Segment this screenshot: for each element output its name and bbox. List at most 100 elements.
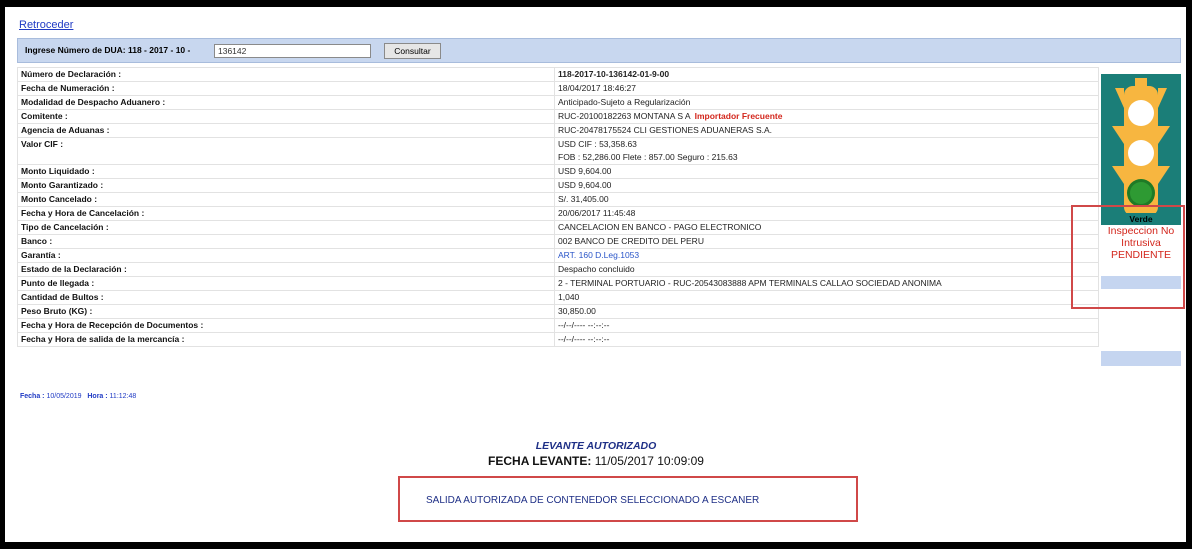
field-value-text: CANCELACION EN BANCO - PAGO ELECTRONICO: [558, 222, 762, 232]
declaration-field-label: Monto Liquidado :: [17, 164, 555, 179]
declaration-row: Monto Liquidado : USD 9,604.00: [17, 164, 1099, 179]
declaration-field-value: Anticipado-Sujeto a Regularización: [554, 95, 1099, 110]
declaration-field-value: 002 BANCO DE CREDITO DEL PERU: [554, 234, 1099, 249]
inspection-status-line: Intrusiva: [1121, 237, 1161, 249]
declaration-row: Monto Garantizado : USD 9,604.00: [17, 178, 1099, 193]
declaration-field-label: Banco :: [17, 234, 555, 249]
declaration-field-value: USD CIF : 53,358.63 FOB : 52,286.00 Flete…: [554, 137, 1099, 165]
declaration-field-value: ART. 160 D.Leg.1053: [554, 248, 1099, 263]
declaration-field-label: Agencia de Aduanas :: [17, 123, 555, 138]
declaration-field-value: 30,850.00: [554, 304, 1099, 319]
field-value-text: --/--/---- --:--:--: [558, 320, 610, 330]
declaration-row: Garantía : ART. 160 D.Leg.1053: [17, 248, 1099, 263]
declaration-field-label: Comitente :: [17, 109, 555, 124]
declaration-row: Tipo de Cancelación : CANCELACION EN BANC…: [17, 220, 1099, 235]
declaration-field-label: Cantidad de Bultos :: [17, 290, 555, 305]
semaphore-blank-cell: [1101, 351, 1181, 366]
consultar-button[interactable]: Consultar: [384, 43, 441, 59]
declaration-field-label: Estado de la Declaración :: [17, 262, 555, 277]
field-value-text: USD CIF : 53,358.63: [558, 139, 637, 149]
declaration-field-label: Número de Declaración :: [17, 67, 555, 82]
declaration-row: Monto Cancelado : S/. 31,405.00: [17, 192, 1099, 207]
declaration-field-label: Tipo de Cancelación :: [17, 220, 555, 235]
declaration-field-value: USD 9,604.00: [554, 178, 1099, 193]
traffic-light-icon: [1101, 74, 1181, 220]
field-value-text: 1,040: [558, 292, 580, 302]
field-value-text: 18/04/2017 18:46:27: [558, 83, 636, 93]
dua-search-bar: Ingrese Número de DUA: 118 - 2017 - 10 -…: [17, 38, 1181, 63]
declaration-row: Punto de llegada :2 - TERMINAL PORTUARIO…: [17, 276, 1099, 291]
declaration-field-value: RUC-20478175524 CLI GESTIONES ADUANERAS …: [554, 123, 1099, 138]
field-value-text: 2 - TERMINAL PORTUARIO - RUC-20543083888…: [558, 278, 942, 288]
declaration-table: Número de Declaración :118-2017-10-13614…: [17, 67, 1099, 347]
declaration-field-value: 18/04/2017 18:46:27: [554, 81, 1099, 96]
declaration-field-value: Despacho concluido: [554, 262, 1099, 277]
levante-date-label: FECHA LEVANTE:: [488, 454, 592, 468]
declaration-field-value: 20/06/2017 11:45:48: [554, 206, 1099, 221]
field-value-text: Anticipado-Sujeto a Regularización: [558, 97, 691, 107]
field-value-text: --/--/---- --:--:--: [558, 334, 610, 344]
query-datetime: Fecha : 10/05/2019 Hora : 11:12:48: [20, 393, 136, 400]
declaration-field-label: Valor CIF :: [17, 137, 555, 165]
fecha-label: Fecha :: [20, 393, 45, 400]
declaration-row: Banco :002 BANCO DE CREDITO DEL PERU: [17, 234, 1099, 249]
declaration-row: Cantidad de Bultos :1,040: [17, 290, 1099, 305]
declaration-field-label: Monto Garantizado :: [17, 178, 555, 193]
field-value-text: 002 BANCO DE CREDITO DEL PERU: [558, 236, 704, 246]
dua-number-input[interactable]: [214, 44, 371, 58]
declaration-field-value: 2 - TERMINAL PORTUARIO - RUC-20543083888…: [554, 276, 1099, 291]
declaration-row: Agencia de Aduanas : RUC-20478175524 CLI …: [17, 123, 1099, 138]
field-value-text: USD 9,604.00: [558, 180, 612, 190]
declaration-field-value: CANCELACION EN BANCO - PAGO ELECTRONICO: [554, 220, 1099, 235]
field-value-text: USD 9,604.00: [558, 166, 612, 176]
field-value-text-secondary: FOB : 52,286.00 Flete : 857.00 Seguro : …: [558, 152, 738, 162]
inspection-status-line: PENDIENTE: [1110, 249, 1172, 261]
salida-message: SALIDA AUTORIZADA DE CONTENEDOR SELECCIO…: [426, 495, 760, 506]
levante-date-value: 11/05/2017 10:09:09: [594, 454, 704, 468]
declaration-field-label: Fecha y Hora de Cancelación :: [17, 206, 555, 221]
dua-search-label: Ingrese Número de DUA: 118 - 2017 - 10 -: [25, 45, 191, 55]
declaration-field-value: S/. 31,405.00: [554, 192, 1099, 207]
levante-date: FECHA LEVANTE: 11/05/2017 10:09:09: [0, 454, 1192, 468]
field-value-text: 118-2017-10-136142-01-9-00: [558, 69, 670, 79]
declaration-field-label: Garantía :: [17, 248, 555, 263]
declaration-field-label: Fecha y Hora de salida de la mercancía :: [17, 332, 555, 347]
declaration-row: Comitente : RUC-20100182263 MONTANA S A Im…: [17, 109, 1099, 124]
declaration-row: Estado de la Declaración : Despacho concl…: [17, 262, 1099, 277]
declaration-row: Fecha y Hora de Recepción de Documentos …: [17, 318, 1099, 333]
declaration-row: Número de Declaración :118-2017-10-13614…: [17, 67, 1099, 82]
back-link[interactable]: Retroceder: [19, 19, 73, 31]
importer-tag: Importador Frecuente: [694, 111, 783, 121]
declaration-field-label: Fecha de Numeración :: [17, 81, 555, 96]
declaration-field-value: RUC-20100182263 MONTANA S A Importador Fr…: [554, 109, 1099, 124]
field-value-text: S/. 31,405.00: [558, 194, 609, 204]
declaration-row: Valor CIF : USD CIF : 53,358.63 FOB : 52,2…: [17, 137, 1099, 165]
field-value-text: RUC-20478175524 CLI GESTIONES ADUANERAS …: [558, 125, 773, 135]
declaration-field-value: --/--/---- --:--:--: [554, 332, 1099, 347]
declaration-field-label: Modalidad de Despacho Aduanero :: [17, 95, 555, 110]
field-value-text: 20/06/2017 11:45:48: [558, 208, 636, 218]
declaration-field-label: Punto de llegada :: [17, 276, 555, 291]
field-value-text: Despacho concluido: [558, 264, 635, 274]
declaration-row: Fecha y Hora de Cancelación :20/06/2017 …: [17, 206, 1099, 221]
declaration-field-label: Monto Cancelado :: [17, 192, 555, 207]
declaration-row: Modalidad de Despacho Aduanero : Anticipa…: [17, 95, 1099, 110]
declaration-field-value: --/--/---- --:--:--: [554, 318, 1099, 333]
declaration-row: Fecha de Numeración :18/04/2017 18:46:27: [17, 81, 1099, 96]
declaration-field-value: 118-2017-10-136142-01-9-00: [554, 67, 1099, 82]
fecha-value: 10/05/2019: [46, 393, 82, 400]
declaration-row: Fecha y Hora de salida de la mercancía :…: [17, 332, 1099, 347]
declaration-field-value: 1,040: [554, 290, 1099, 305]
garantia-link[interactable]: ART. 160 D.Leg.1053: [558, 250, 639, 260]
hora-value: 11:12:48: [109, 393, 137, 400]
inspection-status-line: Inspeccion No: [1107, 225, 1175, 237]
field-value-text: 30,850.00: [558, 306, 596, 316]
hora-label: Hora :: [87, 393, 108, 400]
inspection-status: Inspeccion No Intrusiva PENDIENTE: [1099, 225, 1183, 261]
levante-title: LEVANTE AUTORIZADO: [535, 440, 657, 452]
declaration-field-value: USD 9,604.00: [554, 164, 1099, 179]
declaration-row: Peso Bruto (KG) :30,850.00: [17, 304, 1099, 319]
declaration-field-label: Peso Bruto (KG) :: [17, 304, 555, 319]
field-value-text: RUC-20100182263 MONTANA S A: [558, 111, 691, 121]
declaration-field-label: Fecha y Hora de Recepción de Documentos …: [17, 318, 555, 333]
